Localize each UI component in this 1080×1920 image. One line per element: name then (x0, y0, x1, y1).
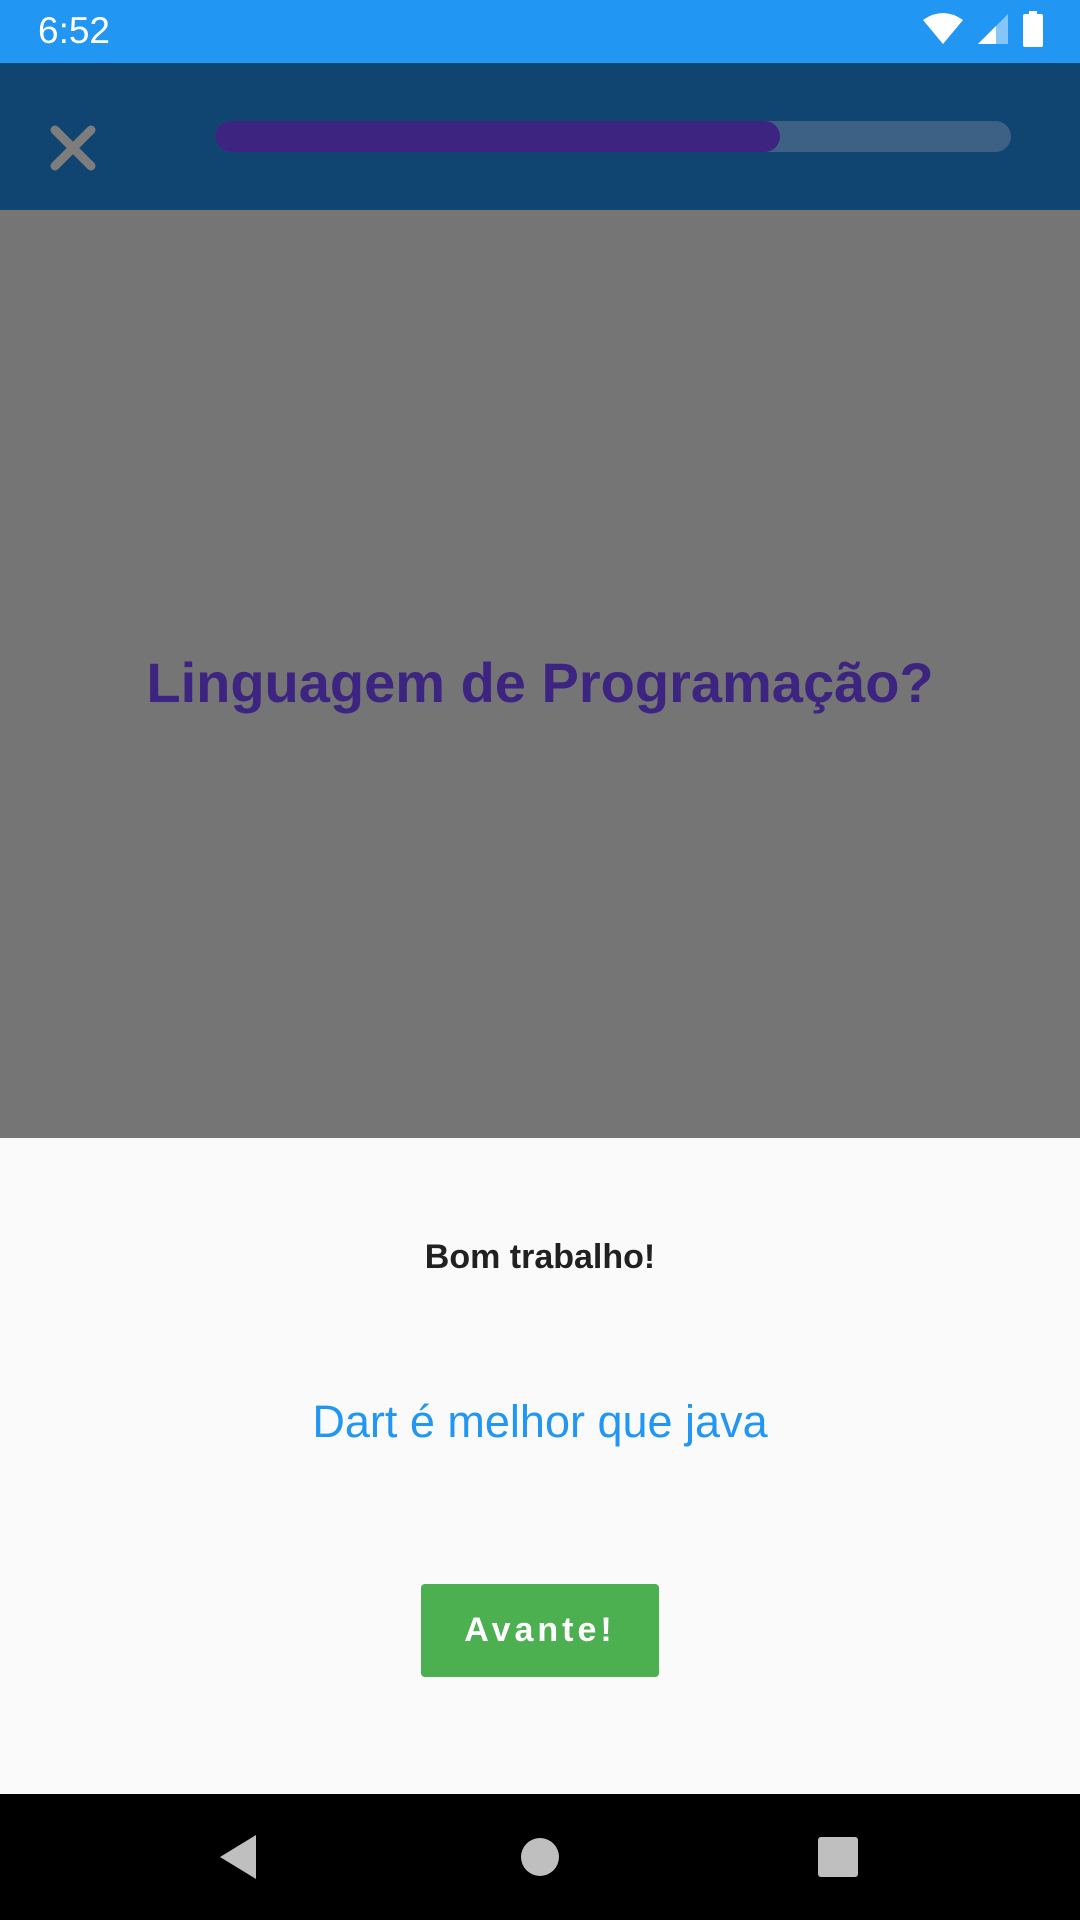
quiz-progress-bar (215, 121, 1011, 152)
home-icon (521, 1838, 559, 1876)
status-time: 6:52 (38, 10, 111, 51)
battery-icon (1022, 10, 1044, 52)
question-area: Linguagem de Programação? (0, 210, 1080, 1138)
quiz-progress-fill (215, 121, 781, 152)
question-text: Linguagem de Programação? (146, 651, 934, 714)
app-bar (0, 63, 1080, 210)
next-button[interactable]: Avante! (421, 1584, 659, 1677)
back-button[interactable] (208, 1827, 268, 1887)
app-screen: 6:52 Linguagem de Programação? Bom traba… (0, 0, 1080, 1920)
wifi-icon (922, 12, 964, 51)
back-icon (220, 1835, 256, 1879)
recents-icon (818, 1837, 858, 1877)
recents-button[interactable] (808, 1827, 868, 1887)
result-bottom-sheet: Bom trabalho! Dart é melhor que java Ava… (0, 1138, 1080, 1794)
system-navigation-bar (0, 1794, 1080, 1920)
close-icon (50, 125, 96, 171)
home-button[interactable] (510, 1827, 570, 1887)
result-message: Dart é melhor que java (312, 1396, 768, 1447)
status-bar: 6:52 (0, 0, 1080, 63)
result-title: Bom trabalho! (424, 1238, 656, 1276)
status-icons (922, 10, 1044, 52)
cellular-signal-icon (976, 12, 1010, 51)
close-button[interactable] (38, 113, 108, 183)
